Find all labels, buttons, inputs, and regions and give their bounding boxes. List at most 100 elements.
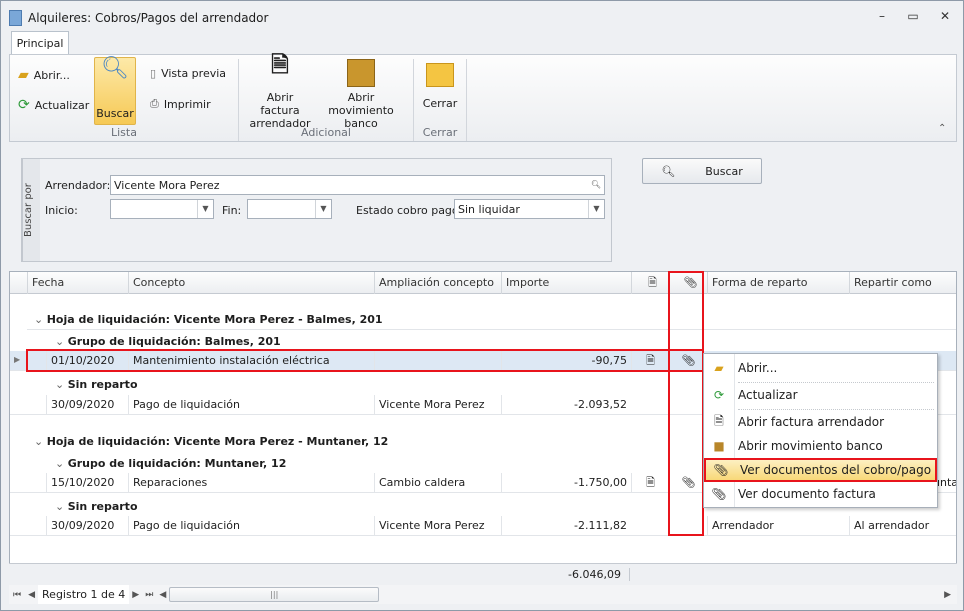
- chevron-down-icon: ⌄: [55, 457, 68, 470]
- safe-icon: ■: [713, 439, 725, 453]
- magnifier-icon: 🔍︎: [101, 56, 129, 81]
- cell-forma: Arrendador: [707, 516, 849, 536]
- title-bar: Alquileres: Cobros/Pagos del arrendador: [9, 7, 268, 29]
- group-cerrar-label: Cerrar: [422, 126, 458, 139]
- last-record-icon[interactable]: ⏭: [142, 590, 156, 600]
- col-forma-reparto[interactable]: Forma de reparto: [707, 272, 849, 294]
- imprimir-button[interactable]: ⎙ Imprimir: [150, 97, 211, 111]
- close-button[interactable]: ✕: [936, 9, 954, 25]
- invoice-icon: 🗎: [648, 276, 657, 289]
- buscar-ribbon-button[interactable]: 🔍︎ Buscar: [94, 57, 136, 125]
- minimize-button[interactable]: –: [873, 9, 891, 25]
- inicio-date-input[interactable]: ▼: [110, 199, 214, 219]
- next-record-icon[interactable]: ▶: [129, 590, 142, 600]
- group-divider: [27, 310, 956, 330]
- invoice-icon[interactable]: 🗎: [631, 473, 669, 493]
- paperclip-icon: 📎︎: [711, 487, 727, 501]
- col-repartir-como[interactable]: Repartir como: [849, 272, 956, 294]
- cell-ampliacion: Vicente Mora Perez: [374, 516, 501, 536]
- refresh-icon: ⟳: [18, 97, 30, 113]
- navigator: ⏮ ◀ Registro 1 de 4 ▶ ⏭ ◀ ||| ▶: [9, 585, 957, 604]
- total-importe: -6.046,09: [500, 568, 630, 581]
- prev-record-icon[interactable]: ◀: [25, 590, 38, 600]
- record-counter: Registro 1 de 4: [38, 585, 130, 604]
- preview-icon: ▯: [150, 67, 157, 80]
- inicio-label: Inicio:: [45, 204, 78, 217]
- table-row[interactable]: 30/09/2020 Pago de liquidación Vicente M…: [10, 516, 956, 536]
- menu-item-ver-documentos-cobro[interactable]: 📎︎ Ver documentos del cobro/pago: [704, 458, 937, 482]
- group-grupo[interactable]: ⌄ Grupo de liquidación: Muntaner, 12: [55, 454, 286, 474]
- buscar-por-label: Buscar por: [22, 159, 40, 261]
- chevron-down-icon[interactable]: ▼: [315, 200, 331, 218]
- grid-header: Fecha Concepto Ampliación concepto Impor…: [10, 272, 956, 294]
- menu-item-abrir-factura[interactable]: 🗎 Abrir factura arrendador: [704, 410, 937, 434]
- folder-icon: ▰: [714, 361, 724, 375]
- cerrar-button[interactable]: Cerrar: [418, 59, 462, 110]
- first-record-icon[interactable]: ⏮: [9, 590, 25, 600]
- filter-panel: Buscar por Arrendador: Vicente Mora Pere…: [21, 158, 612, 262]
- col-factura[interactable]: 🗎: [631, 272, 669, 294]
- arrendador-input[interactable]: Vicente Mora Perez 🔍︎: [110, 175, 605, 195]
- abrir-factura-button[interactable]: 🗎 Abrir factura arrendador: [246, 53, 314, 131]
- estado-label: Estado cobro pago:: [356, 204, 463, 217]
- abrir-button[interactable]: ▰ Abrir...: [18, 67, 70, 83]
- cell-fecha: 30/09/2020: [46, 395, 128, 415]
- refresh-icon: ⟳: [713, 388, 725, 402]
- col-fecha[interactable]: Fecha: [27, 272, 128, 294]
- context-menu: ▰ Abrir... ⟳ Actualizar 🗎 Abrir factura arr…: [703, 353, 938, 508]
- chevron-down-icon: ⌄: [34, 435, 47, 448]
- cell-ampliacion: Cambio caldera: [374, 473, 501, 493]
- chevron-down-icon[interactable]: ▼: [588, 200, 604, 218]
- actualizar-button[interactable]: ⟳ Actualizar: [18, 97, 89, 113]
- invoice-icon: 🗎: [271, 53, 289, 78]
- highlight-selected-row: [26, 349, 704, 372]
- group-adicional-label: Adicional: [301, 126, 351, 139]
- group-sin-reparto[interactable]: ⌄ Sin reparto: [55, 497, 138, 517]
- cell-importe: -1.750,00: [501, 473, 631, 493]
- cell-fecha: 30/09/2020: [46, 516, 128, 536]
- chevron-down-icon[interactable]: ▼: [197, 200, 213, 218]
- cell-ampliacion: Vicente Mora Perez: [374, 395, 501, 415]
- arrendador-label: Arrendador:: [45, 179, 111, 192]
- cell-concepto: Pago de liquidación: [128, 516, 374, 536]
- fin-label: Fin:: [222, 204, 242, 217]
- menu-item-actualizar[interactable]: ⟳ Actualizar: [704, 383, 937, 407]
- chevron-down-icon: ⌄: [55, 500, 68, 513]
- group-lista-label: Lista: [111, 126, 137, 139]
- buscar-button[interactable]: 🔍︎ Buscar: [642, 158, 762, 184]
- collapse-ribbon-icon[interactable]: ⌃: [938, 123, 946, 134]
- search-icon[interactable]: 🔍︎: [588, 176, 604, 194]
- col-ampliacion[interactable]: Ampliación concepto: [374, 272, 501, 294]
- cell-importe: -2.093,52: [501, 395, 631, 415]
- folder-exit-icon: [426, 63, 454, 87]
- horizontal-scrollbar-thumb[interactable]: |||: [169, 587, 380, 602]
- menu-item-abrir-movimiento[interactable]: ■ Abrir movimiento banco: [704, 434, 937, 458]
- restore-button[interactable]: ▭: [904, 9, 922, 25]
- tab-principal[interactable]: Principal: [11, 31, 69, 55]
- cell-repartir: Al arrendador: [849, 516, 956, 536]
- window-title: Alquileres: Cobros/Pagos del arrendador: [28, 11, 269, 25]
- col-importe[interactable]: Importe: [501, 272, 631, 294]
- ribbon: ▰ Abrir... ⟳ Actualizar 🔍︎ Buscar ▯ Vista pr…: [9, 54, 957, 142]
- vista-previa-button[interactable]: ▯ Vista previa: [150, 67, 226, 80]
- calculator-icon: [9, 10, 22, 26]
- abrir-movimiento-button[interactable]: Abrir movimiento banco: [318, 59, 404, 130]
- cell-fecha: 15/10/2020: [46, 473, 128, 493]
- safe-icon: [347, 59, 375, 87]
- scroll-right-icon[interactable]: ▶: [938, 590, 957, 600]
- estado-select[interactable]: Sin liquidar ▼: [454, 199, 605, 219]
- menu-item-ver-documento-factura[interactable]: 📎︎ Ver documento factura: [704, 482, 937, 506]
- grid-footer: -6.046,09: [9, 563, 957, 585]
- cell-concepto: Pago de liquidación: [128, 395, 374, 415]
- chevron-down-icon: ⌄: [55, 378, 68, 391]
- fin-date-input[interactable]: ▼: [247, 199, 332, 219]
- invoice-icon: 🗎: [714, 413, 724, 428]
- group-sin-reparto[interactable]: ⌄ Sin reparto: [55, 375, 138, 395]
- scroll-left-icon[interactable]: ◀: [156, 590, 169, 600]
- printer-icon: ⎙: [150, 97, 159, 110]
- search-icon: 🔍︎: [661, 164, 676, 178]
- col-concepto[interactable]: Concepto: [128, 272, 374, 294]
- app-window: Alquileres: Cobros/Pagos del arrendador …: [0, 0, 964, 611]
- menu-item-abrir[interactable]: ▰ Abrir...: [704, 356, 937, 380]
- group-hoja[interactable]: ⌄ Hoja de liquidación: Vicente Mora Pere…: [34, 432, 388, 452]
